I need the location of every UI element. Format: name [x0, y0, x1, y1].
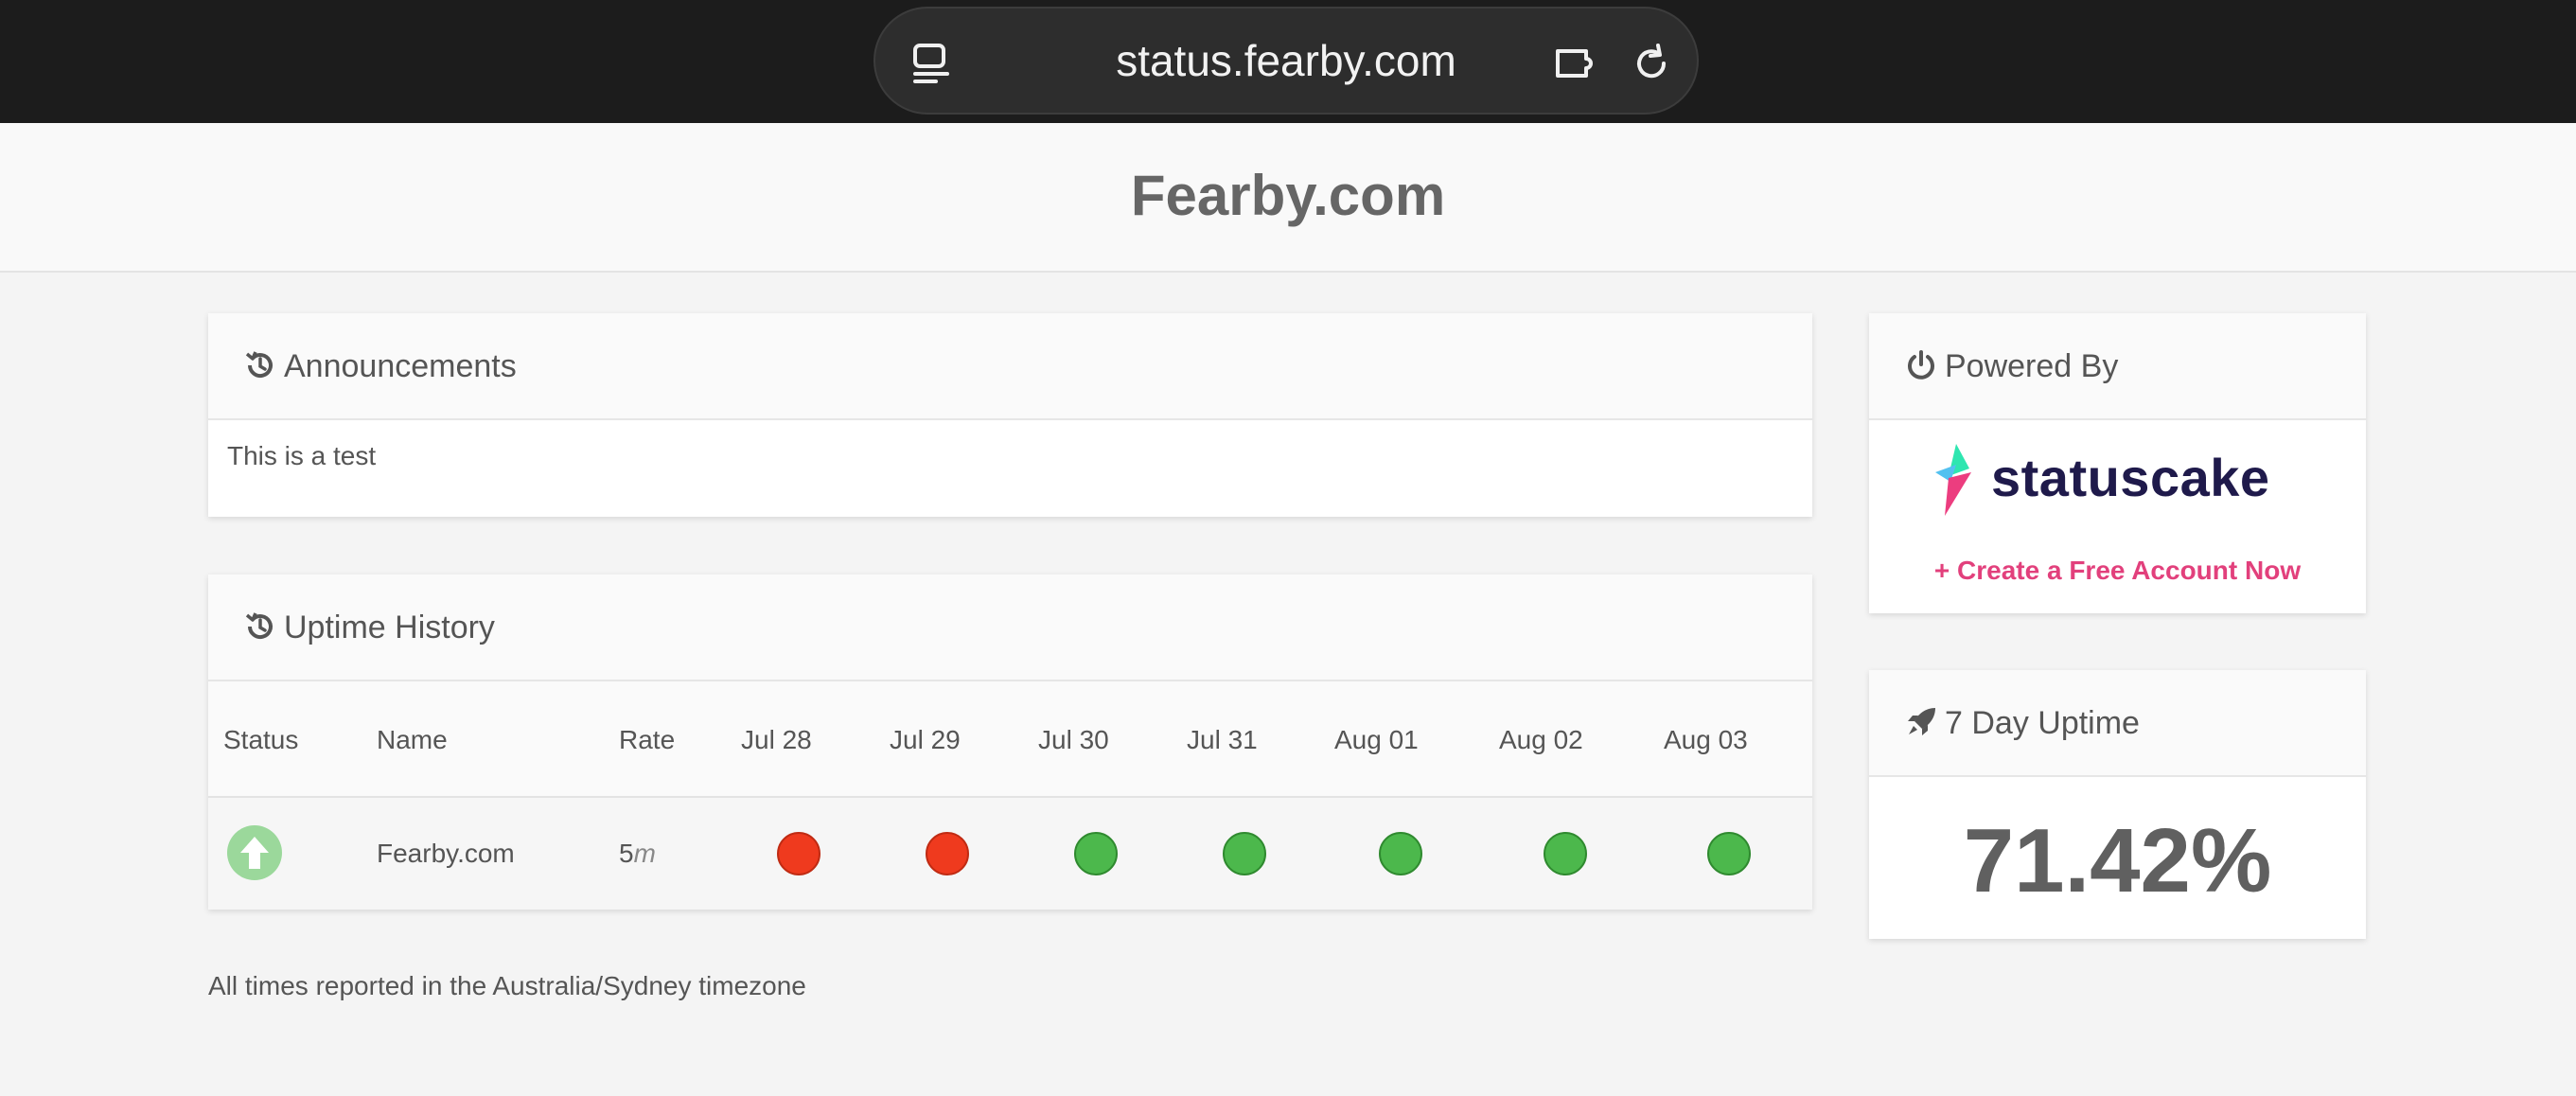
powered-by-title: Powered By — [1945, 348, 2119, 384]
uptime-history-header: Uptime History — [208, 575, 1812, 681]
uptime-percentage: 71.42% — [1963, 810, 2272, 911]
statuscake-logo[interactable]: statuscake — [1930, 444, 2327, 520]
power-icon — [1908, 350, 1934, 380]
browser-toolbar: status.fearby.com — [0, 0, 2576, 123]
column-header-day: Jul 30 — [1038, 725, 1109, 754]
page-title: Fearby.com — [1130, 164, 1446, 227]
announcements-title: Announcements — [284, 348, 517, 384]
create-account-link[interactable]: + Create a Free Account Now — [1869, 556, 2366, 586]
day-status-dot[interactable] — [1223, 832, 1266, 875]
column-header-day: Aug 02 — [1499, 725, 1583, 754]
rate-value: 5 — [619, 839, 634, 868]
history-icon — [245, 351, 273, 379]
address-bar[interactable]: status.fearby.com — [873, 7, 1699, 115]
announcements-header: Announcements — [208, 313, 1812, 420]
column-header-day: Aug 03 — [1664, 725, 1748, 754]
statuscake-logo-icon — [1935, 444, 1971, 516]
seven-day-uptime-title: 7 Day Uptime — [1945, 705, 2140, 741]
table-header: Status Name Rate Jul 28 Jul 29 Jul 30 Ju… — [208, 681, 1812, 798]
history-icon — [245, 612, 273, 640]
column-header-name: Name — [377, 725, 448, 754]
site-header: Fearby.com — [0, 123, 2576, 273]
column-header-rate: Rate — [619, 725, 676, 754]
status-up-icon — [227, 825, 282, 880]
uptime-history-panel: Uptime History Status Name Rate Jul 28 J… — [208, 575, 1812, 910]
extension-icon[interactable] — [1554, 42, 1597, 85]
announcements-panel: Announcements This is a test — [208, 313, 1812, 517]
rocket-icon — [1908, 708, 1935, 735]
statuscake-wordmark: statuscake — [1991, 448, 2270, 507]
column-header-day: Jul 31 — [1187, 725, 1258, 754]
table-row: Fearby.com 5m — [208, 798, 1812, 910]
day-status-dot[interactable] — [926, 832, 969, 875]
announcement-message: This is a test — [227, 441, 377, 470]
powered-by-header: Powered By — [1869, 313, 2366, 420]
check-rate: 5m — [619, 798, 656, 910]
monitor-name[interactable]: Fearby.com — [377, 798, 515, 910]
seven-day-uptime-panel: 7 Day Uptime 71.42% — [1869, 670, 2366, 939]
column-header-day: Jul 29 — [890, 725, 961, 754]
timezone-note: All times reported in the Australia/Sydn… — [208, 971, 806, 1000]
day-status-dot[interactable] — [1379, 832, 1422, 875]
seven-day-uptime-header: 7 Day Uptime — [1869, 670, 2366, 777]
column-header-day: Jul 28 — [741, 725, 812, 754]
reload-icon[interactable] — [1630, 42, 1673, 85]
uptime-history-title: Uptime History — [284, 610, 495, 645]
powered-by-panel: Powered By statuscake + Create a Free Ac… — [1869, 313, 2366, 613]
day-status-dot[interactable] — [1074, 832, 1118, 875]
column-header-day: Aug 01 — [1334, 725, 1419, 754]
day-status-dot[interactable] — [777, 832, 820, 875]
day-status-dot[interactable] — [1707, 832, 1751, 875]
column-header-status: Status — [223, 725, 299, 754]
rate-unit: m — [633, 839, 656, 868]
day-status-dot[interactable] — [1544, 832, 1587, 875]
